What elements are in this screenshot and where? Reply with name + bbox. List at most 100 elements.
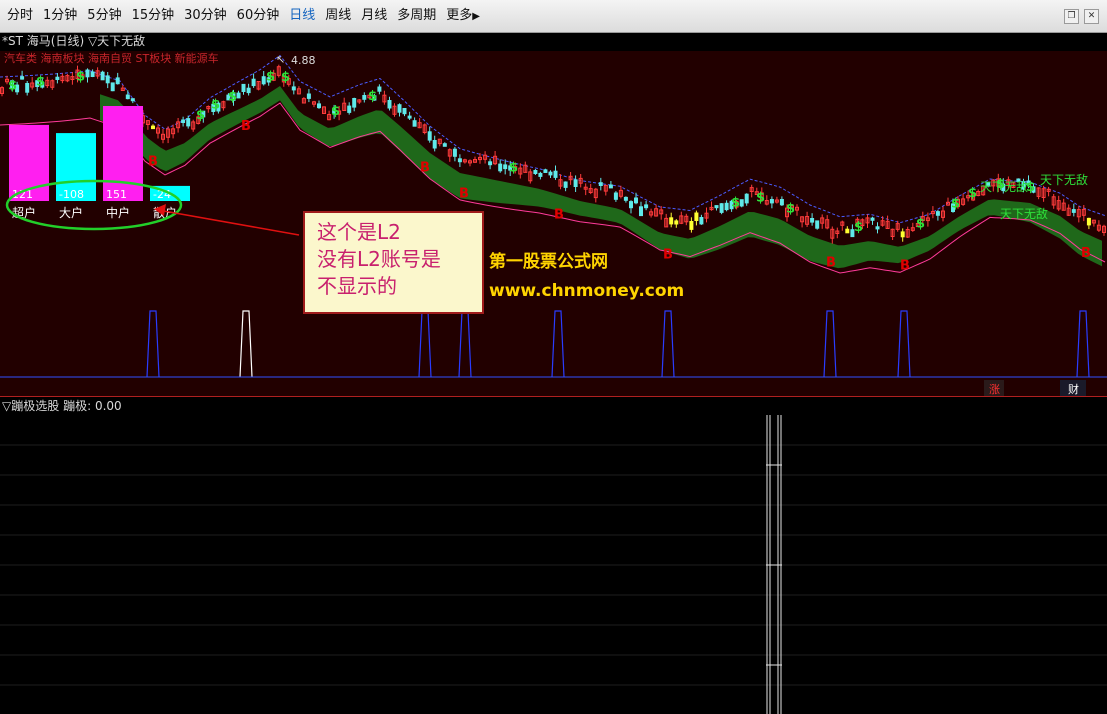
candle-body (613, 192, 618, 200)
candle-body (20, 76, 25, 80)
sell-marker: $ (854, 220, 863, 235)
candle-body (935, 211, 940, 216)
kline-chart[interactable]: BBBBBBB BB$ $ $$$$$ $$$$$ $$$ $$$$ $天下无敌天下无敌天下无… (0, 51, 1107, 396)
candle-body (387, 100, 392, 109)
candle-body (488, 161, 493, 166)
candle-body (533, 170, 538, 174)
sector-blocks-line: 汽车类 海南板块 海南自贸 ST板块 新能源车 (4, 52, 219, 65)
period-tabs: 分时 1分钟 5分钟 15分钟 30分钟 60分钟 日线 周线 月线 多周期 更… (2, 0, 485, 32)
candle-body (634, 197, 638, 204)
candle-body (769, 199, 774, 204)
candle-body (25, 83, 30, 93)
candle-body (669, 217, 674, 225)
buy-marker: B (420, 161, 430, 176)
tab-60min[interactable]: 60分钟 (232, 0, 285, 32)
candle-body (699, 217, 704, 225)
wudi-signal-label: 天下无敌 (980, 179, 1028, 194)
annotation-line-2: 没有L2账号是 (317, 247, 441, 271)
tab-more-label: 更多 (446, 7, 473, 23)
tab-15min[interactable]: 15分钟 (127, 0, 180, 32)
wudi-signal-label: 天下无敌 (1000, 206, 1048, 221)
buy-marker: B (663, 247, 673, 262)
candle-body (100, 71, 105, 81)
sell-marker: $ (196, 108, 205, 123)
candle-body (573, 179, 578, 187)
l2-bar-label: 大户 (59, 205, 83, 220)
candle-body (714, 205, 719, 209)
candle-body (130, 98, 135, 102)
candle-body (548, 171, 553, 176)
sell-marker: $ (916, 217, 925, 232)
tab-daily[interactable]: 日线 (284, 0, 320, 32)
sell-marker: $ (266, 70, 275, 85)
tab-multi-period[interactable]: 多周期 (392, 0, 441, 32)
buy-marker: B (241, 119, 251, 134)
sell-marker: $ (211, 98, 220, 113)
zhang-icon: 涨 (989, 383, 1000, 396)
candle-body (55, 76, 60, 81)
sell-marker: $ (36, 75, 45, 90)
watermark-site-url: www.chnmoney.com (489, 281, 685, 301)
sell-marker: $ (76, 69, 85, 84)
bengji-chart[interactable] (0, 415, 1107, 714)
sell-marker: $ (228, 89, 237, 104)
candle-body (503, 164, 508, 170)
sell-marker: $ (968, 186, 977, 201)
candle-body (105, 75, 110, 84)
candle-body (125, 94, 130, 100)
cai-icon: 财 (1068, 382, 1079, 396)
candle-body (815, 220, 820, 229)
restore-icon[interactable]: ❐ (1064, 9, 1079, 24)
sell-marker: $ (368, 89, 377, 104)
candle-body (432, 140, 437, 149)
candle-body (689, 221, 694, 230)
high-price-label: 4.88 (291, 54, 316, 67)
candle-body (427, 131, 432, 141)
bengji-indicator-name[interactable]: ▽蹦极选股 (2, 399, 59, 413)
sell-marker: $ (8, 78, 17, 93)
tab-30min[interactable]: 30分钟 (179, 0, 232, 32)
l2-bar (103, 106, 143, 201)
tab-fenshi[interactable]: 分时 (2, 0, 38, 32)
sell-marker: $ (756, 191, 765, 206)
buy-marker: B (148, 154, 158, 169)
candle-body (1086, 217, 1091, 226)
tab-1min[interactable]: 1分钟 (38, 0, 82, 32)
bengji-value: 0.00 (94, 399, 122, 413)
candle-body (553, 170, 558, 178)
candle-body (739, 199, 744, 207)
buy-marker: B (459, 187, 469, 202)
candle-body (306, 93, 311, 99)
candle-body (246, 87, 251, 94)
candle-body (629, 201, 633, 209)
sell-marker: $ (731, 196, 740, 211)
candle-body (377, 86, 382, 92)
tab-more[interactable]: 更多▶ (441, 0, 485, 33)
close-icon[interactable]: ✕ (1084, 9, 1099, 24)
tab-monthly[interactable]: 月线 (356, 0, 392, 32)
buy-marker: B (900, 259, 910, 274)
candle-body (347, 105, 352, 113)
tab-5min[interactable]: 5分钟 (82, 0, 126, 32)
candle-body (623, 196, 628, 201)
candle-body (452, 148, 457, 157)
candle-body (900, 231, 905, 238)
period-toolbar: 分时 1分钟 5分钟 15分钟 30分钟 60分钟 日线 周线 月线 多周期 更… (0, 0, 1107, 33)
candle-body (407, 115, 412, 119)
candle-body (845, 228, 850, 234)
tab-weekly[interactable]: 周线 (320, 0, 356, 32)
candle-body (538, 172, 543, 177)
candle-body (151, 125, 155, 130)
stock-info-line: *ST 海马(日线) ▽天下无敌 (2, 34, 146, 48)
candle-body (236, 92, 241, 99)
candle-body (870, 217, 875, 221)
candle-body (674, 220, 679, 225)
candle-body (397, 104, 402, 113)
annotation-line-1: 这个是L2 (317, 220, 401, 244)
panel-divider (0, 396, 1107, 397)
candle-body (598, 182, 603, 186)
candle-body (724, 202, 729, 211)
candle-body (181, 119, 186, 123)
candle-body (402, 108, 407, 115)
candle-body (644, 204, 649, 209)
